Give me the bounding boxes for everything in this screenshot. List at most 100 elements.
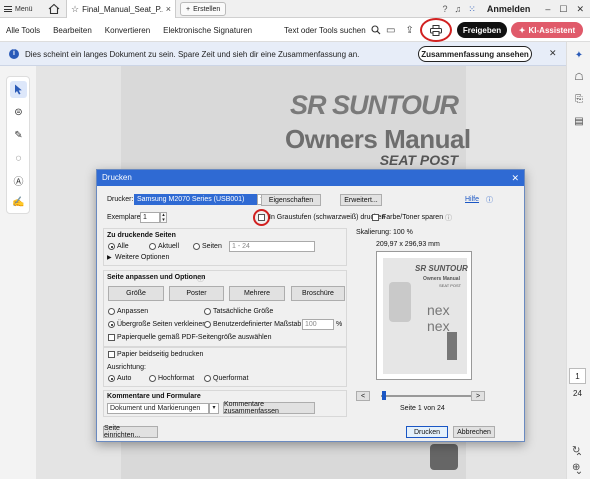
save-ink-checkbox[interactable]	[372, 214, 379, 221]
signature-icon[interactable]: ✍	[10, 194, 27, 211]
custom-scale-input[interactable]: 100	[302, 319, 334, 330]
preview-slider-thumb[interactable]	[382, 391, 386, 400]
maximize-icon[interactable]: ☐	[559, 4, 567, 15]
zoom-icon[interactable]: ⊕	[572, 462, 580, 473]
ai-panel-icon[interactable]: ✦	[573, 50, 585, 62]
new-tab-label: Erstellen	[193, 5, 221, 13]
shrink-radio[interactable]	[108, 321, 115, 328]
close-banner-icon[interactable]: ✕	[549, 48, 557, 59]
menu-edit[interactable]: Bearbeiten	[53, 26, 92, 35]
view-summary-button[interactable]: Zusammenfassung ansehen	[418, 46, 532, 62]
refresh-icon[interactable]: ↻	[572, 445, 580, 456]
copies-input[interactable]: 1	[140, 212, 160, 223]
fit-radio[interactable]	[108, 308, 115, 315]
save-icon[interactable]: ▭	[386, 25, 395, 36]
close-tab-icon[interactable]: ×	[166, 4, 171, 14]
upload-cloud-icon[interactable]: ⇪	[405, 25, 413, 36]
bookmark-icon[interactable]: ⎘	[573, 94, 585, 106]
help-icon[interactable]: ?	[443, 4, 448, 14]
preview-product-text-1: nex	[427, 302, 450, 318]
info-icon: i	[9, 49, 19, 59]
sparkle-icon: ✦	[518, 25, 526, 35]
minimize-icon[interactable]: –	[545, 4, 550, 15]
ai-assistant-label: KI-Assistent	[528, 25, 576, 35]
comments-dropdown-icon[interactable]: ▾	[209, 403, 219, 414]
fit-label: Anpassen	[117, 308, 149, 315]
pages-range-input[interactable]: 1 - 24	[229, 241, 315, 252]
save-ink-info-icon[interactable]: ⓘ	[445, 213, 452, 223]
advanced-button[interactable]: Erweitert...	[340, 194, 382, 206]
print-preview-page: SR SUNTOUR Owners Manual SEAT POST nex n…	[376, 251, 472, 380]
comments-select[interactable]: Dokument und Markierungen	[107, 403, 209, 414]
expand-arrow-icon[interactable]: ▶	[107, 254, 112, 261]
custom-scale-radio[interactable]	[204, 321, 211, 328]
pages-range-radio[interactable]	[193, 243, 200, 250]
thumbnails-icon[interactable]: ▤	[573, 116, 585, 128]
orientation-landscape-label: Querformat	[213, 375, 249, 382]
current-page-input[interactable]: 1	[569, 368, 586, 384]
help-link[interactable]: Hilfe	[465, 196, 479, 203]
document-tab[interactable]: ☆ Final_Manual_Seat_P... ×	[66, 0, 176, 18]
sizing-info-icon[interactable]: ⓘ	[197, 274, 204, 284]
total-pages: 24	[573, 389, 582, 398]
highlight-pen-icon[interactable]: ✎	[10, 127, 27, 144]
orientation-auto-radio[interactable]	[108, 375, 115, 382]
comment-icon[interactable]: ☖	[573, 72, 585, 84]
paper-source-checkbox[interactable]	[108, 334, 115, 341]
copies-stepper[interactable]: ▴ ▾	[160, 212, 167, 223]
star-icon[interactable]: ☆	[71, 4, 79, 15]
titlebar-right: ? ♫ ⁙ Anmelden – ☐ ✕	[443, 0, 590, 18]
poster-button[interactable]: Poster	[169, 286, 224, 301]
page-setup-button[interactable]: Seite einrichten...	[103, 425, 158, 439]
pages-all-radio[interactable]	[108, 243, 115, 250]
duplex-checkbox[interactable]	[108, 351, 115, 358]
help-circle-icon[interactable]: ⓘ	[486, 195, 493, 205]
bell-icon[interactable]: ♫	[455, 4, 462, 14]
hamburger-icon	[4, 6, 12, 12]
quick-tools-panel: ⊜ ✎ ◌ Ⓐ ✍	[6, 76, 30, 214]
preview-next-button[interactable]: >	[471, 391, 485, 401]
menu-e-signatures[interactable]: Elektronische Signaturen	[163, 26, 252, 35]
cancel-button[interactable]: Abbrechen	[453, 426, 495, 438]
print-submit-button[interactable]: Drucken	[406, 426, 448, 438]
comments-heading: Kommentare und Formulare	[107, 393, 201, 400]
right-rail: ✦ ☖ ⎘ ▤ ⌃ ⌄	[566, 42, 590, 479]
properties-button[interactable]: Eigenschaften	[261, 194, 321, 206]
orientation-portrait-radio[interactable]	[149, 375, 156, 382]
text-box-icon[interactable]: Ⓐ	[10, 172, 27, 189]
menu-convert[interactable]: Konvertieren	[105, 26, 150, 35]
apps-grid-icon[interactable]: ⁙	[468, 4, 476, 15]
share-button[interactable]: Freigeben	[457, 22, 507, 38]
draw-shape-icon[interactable]: ◌	[10, 150, 27, 167]
search-tools[interactable]: Text oder Tools suchen	[284, 18, 381, 42]
printer-label: Drucker:	[107, 196, 134, 203]
home-icon[interactable]	[48, 3, 60, 15]
summarize-comments-button[interactable]: Kommentare zusammenfassen	[223, 401, 315, 415]
new-tab-button[interactable]: + Erstellen	[180, 2, 227, 16]
select-tool-icon[interactable]	[10, 81, 27, 98]
orientation-landscape-radio[interactable]	[204, 375, 211, 382]
pages-current-radio[interactable]	[149, 243, 156, 250]
preview-prev-button[interactable]: <	[356, 391, 370, 401]
booklet-button[interactable]: Broschüre	[291, 286, 345, 301]
multiple-button[interactable]: Mehrere	[229, 286, 285, 301]
preview-logo: SR SUNTOUR	[415, 264, 468, 273]
menu-all-tools[interactable]: Alle Tools	[6, 26, 40, 35]
more-options-link[interactable]: Weitere Optionen	[115, 254, 169, 261]
pages-heading: Zu druckende Seiten	[107, 232, 176, 239]
print-highlight-circle	[420, 18, 452, 42]
add-comment-icon[interactable]: ⊜	[10, 104, 27, 121]
menu-button[interactable]: Menü	[4, 2, 33, 16]
sr-suntour-logo: SR SUNTOUR	[290, 90, 461, 118]
title-bar: Menü ☆ Final_Manual_Seat_P... × + Erstel…	[0, 0, 590, 18]
printer-select[interactable]: Samsung M2070 Series (USB001)	[134, 194, 257, 205]
size-button[interactable]: Größe	[108, 286, 164, 301]
dialog-close-icon[interactable]: ✕	[511, 170, 519, 186]
custom-scale-label: Benutzerdefinierter Maßstab:	[213, 321, 304, 328]
sign-in-link[interactable]: Anmelden	[487, 4, 531, 14]
info-message: Dies scheint ein langes Dokument zu sein…	[25, 50, 360, 59]
close-window-icon[interactable]: ✕	[576, 4, 584, 15]
preview-slider-track[interactable]	[381, 395, 471, 397]
ai-assistant-button[interactable]: ✦ KI-Assistent	[511, 22, 583, 38]
actual-size-radio[interactable]	[204, 308, 211, 315]
